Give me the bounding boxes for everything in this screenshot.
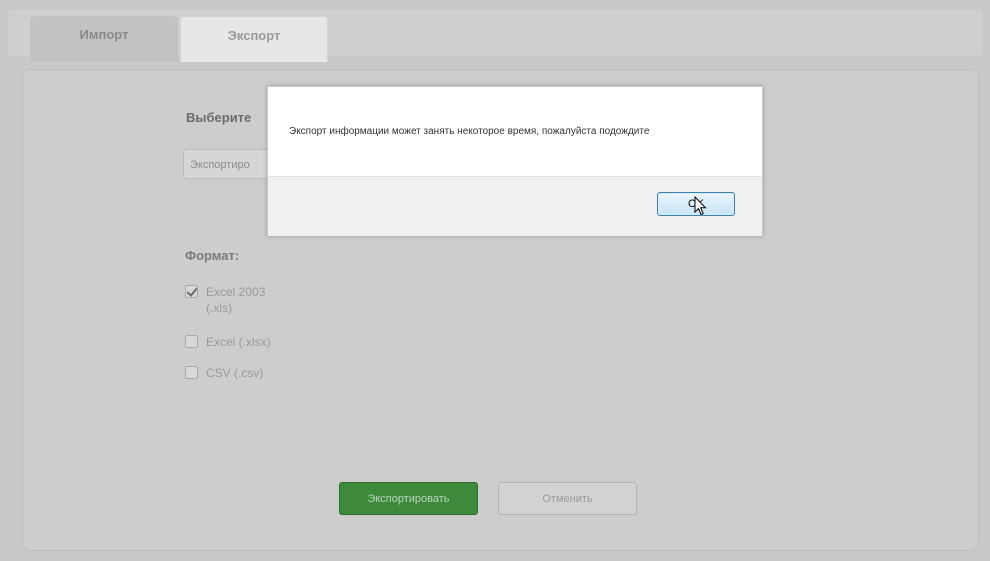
export-alert-dialog: Экспорт информации может занять некоторо…	[267, 86, 763, 236]
tab-export[interactable]: Экспорт	[180, 16, 328, 62]
format-label: Формат:	[185, 248, 240, 263]
format-option-label: Excel (.xlsx)	[206, 335, 271, 349]
select-label: Выберите	[186, 110, 252, 125]
mouse-pointer-icon	[694, 196, 707, 216]
dialog-message: Экспорт информации может занять некоторо…	[289, 126, 650, 137]
checkbox-xls[interactable]	[185, 285, 198, 298]
tab-import[interactable]: Импорт	[30, 16, 178, 62]
format-option-xls[interactable]: Excel 2003 (.xls)	[185, 284, 276, 316]
format-option-label: Excel 2003 (.xls)	[206, 285, 266, 315]
dialog-footer: OK	[268, 176, 762, 236]
format-option-csv[interactable]: CSV (.csv)	[185, 365, 326, 381]
checkbox-csv[interactable]	[185, 366, 198, 379]
checkbox-xlsx[interactable]	[185, 335, 198, 348]
format-option-label: CSV (.csv)	[206, 366, 264, 380]
format-option-xlsx[interactable]: Excel (.xlsx)	[185, 334, 326, 350]
export-button[interactable]: Экспортировать	[339, 482, 478, 515]
cancel-button[interactable]: Отменить	[498, 482, 637, 515]
tab-bar: Импорт Экспорт	[8, 10, 982, 62]
